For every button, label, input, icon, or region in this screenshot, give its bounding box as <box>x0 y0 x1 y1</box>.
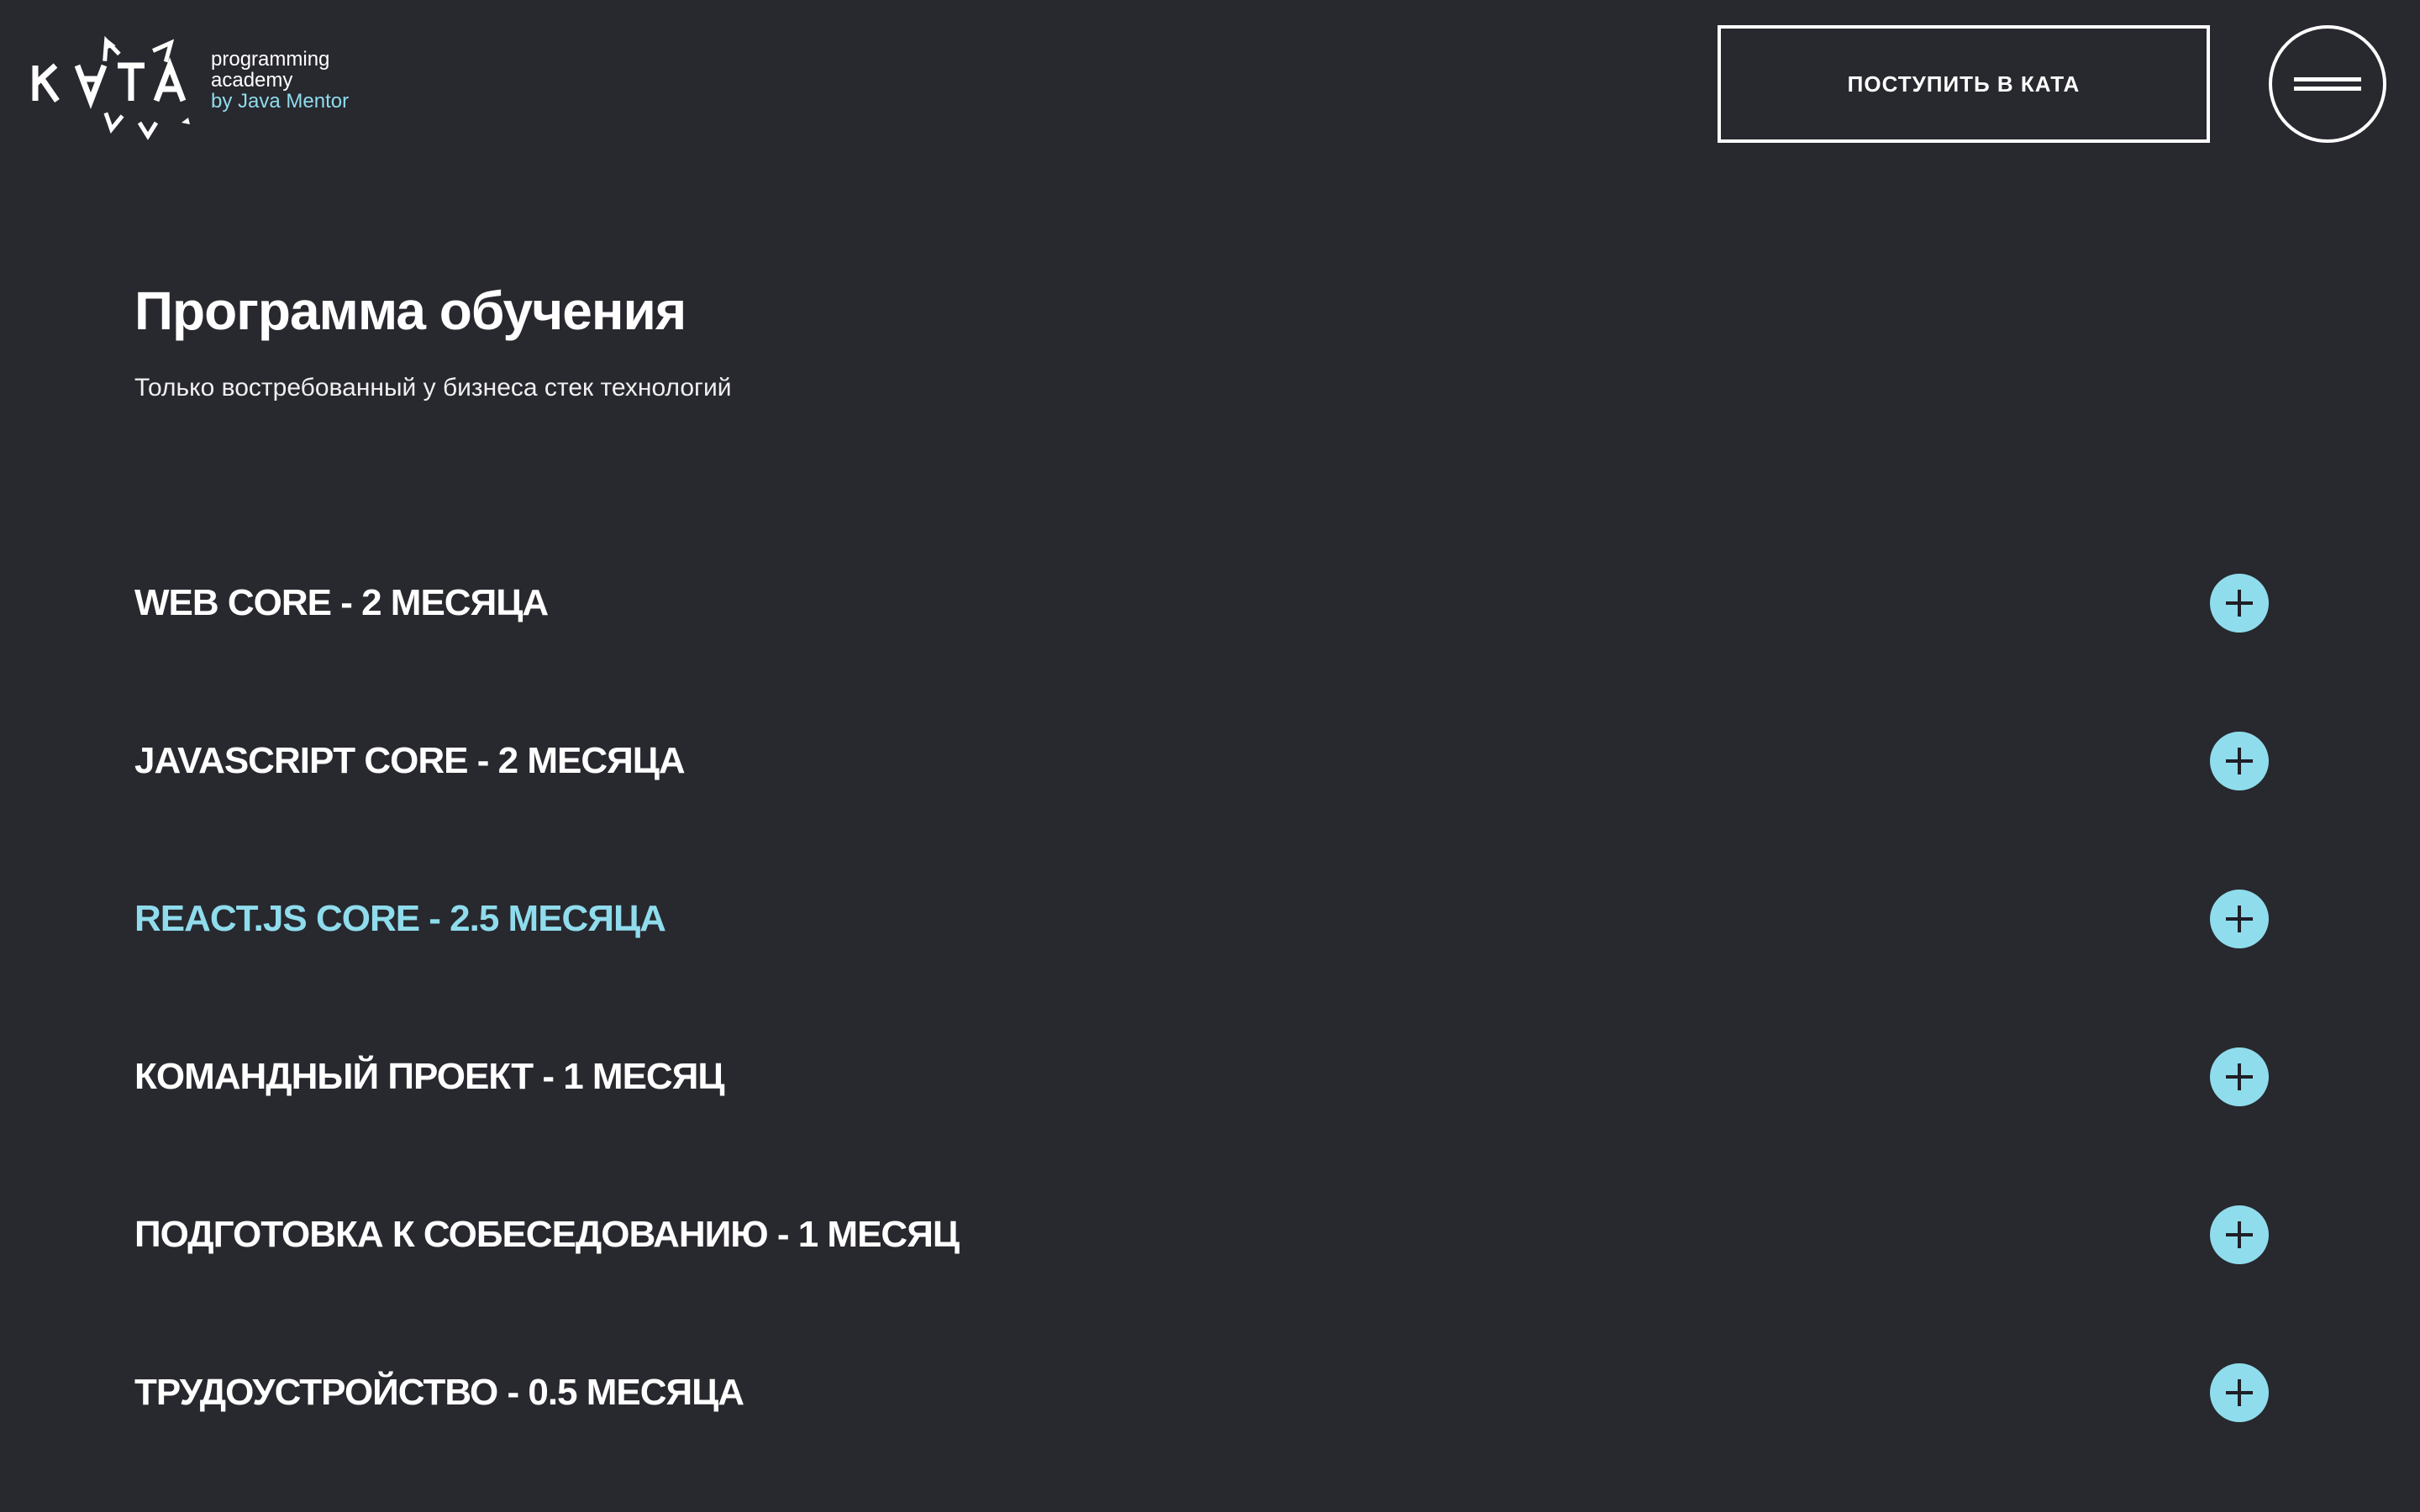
section-subtitle: Только востребованный у бизнеса стек тех… <box>134 374 732 402</box>
plus-icon <box>2226 590 2253 617</box>
apply-to-kata-button[interactable]: ПОСТУПИТЬ В КАТА <box>1718 25 2210 143</box>
expand-button[interactable] <box>2210 890 2269 948</box>
accordion-item-label: WEB CORE - 2 МЕСЯЦА <box>134 582 549 623</box>
plus-icon <box>2226 1379 2253 1406</box>
program-accordion: WEB CORE - 2 МЕСЯЦА JAVASCRIPT CORE - 2 … <box>134 524 2269 1472</box>
section-title: Программа обучения <box>134 281 687 341</box>
accordion-item-web-core[interactable]: WEB CORE - 2 МЕСЯЦА <box>134 524 2269 682</box>
accordion-item-employment[interactable]: ТРУДОУСТРОЙСТВО - 0.5 МЕСЯЦА <box>134 1314 2269 1472</box>
accordion-item-label: КОМАНДНЫЙ ПРОЕКТ - 1 МЕСЯЦ <box>134 1056 724 1097</box>
kata-logo-mark <box>32 35 190 140</box>
menu-button[interactable] <box>2269 25 2386 143</box>
expand-button[interactable] <box>2210 732 2269 790</box>
site-header: programming academy by Java Mentor ПОСТУ… <box>0 0 2420 168</box>
expand-button[interactable] <box>2210 1205 2269 1264</box>
logo-line-by-java-mentor: by Java Mentor <box>211 90 350 113</box>
accordion-item-label: ТРУДОУСТРОЙСТВО - 0.5 МЕСЯЦА <box>134 1372 744 1413</box>
program-section: Программа обучения Только востребованный… <box>134 277 2286 405</box>
accordion-item-label: REACT.JS CORE - 2.5 МЕСЯЦА <box>134 898 666 939</box>
hamburger-menu-icon <box>2294 77 2361 91</box>
expand-button[interactable] <box>2210 1363 2269 1422</box>
logo-line-academy: academy <box>211 69 293 92</box>
plus-icon <box>2226 1063 2253 1090</box>
accordion-item-team-project[interactable]: КОМАНДНЫЙ ПРОЕКТ - 1 МЕСЯЦ <box>134 998 2269 1156</box>
accordion-item-react-core[interactable]: REACT.JS CORE - 2.5 МЕСЯЦА <box>134 840 2269 998</box>
expand-button[interactable] <box>2210 574 2269 633</box>
accordion-item-label: ПОДГОТОВКА К СОБЕСЕДОВАНИЮ - 1 МЕСЯЦ <box>134 1214 960 1255</box>
plus-icon <box>2226 1221 2253 1248</box>
logo-text: programming academy by Java Mentor <box>211 49 349 112</box>
plus-icon <box>2226 906 2253 932</box>
accordion-item-javascript-core[interactable]: JAVASCRIPT CORE - 2 МЕСЯЦА <box>134 682 2269 840</box>
plus-icon <box>2226 748 2253 774</box>
logo-line-programming: programming <box>211 48 330 71</box>
expand-button[interactable] <box>2210 1047 2269 1106</box>
accordion-item-interview-prep[interactable]: ПОДГОТОВКА К СОБЕСЕДОВАНИЮ - 1 МЕСЯЦ <box>134 1156 2269 1314</box>
accordion-item-label: JAVASCRIPT CORE - 2 МЕСЯЦА <box>134 740 686 781</box>
kata-logo[interactable]: programming academy by Java Mentor <box>30 24 366 143</box>
